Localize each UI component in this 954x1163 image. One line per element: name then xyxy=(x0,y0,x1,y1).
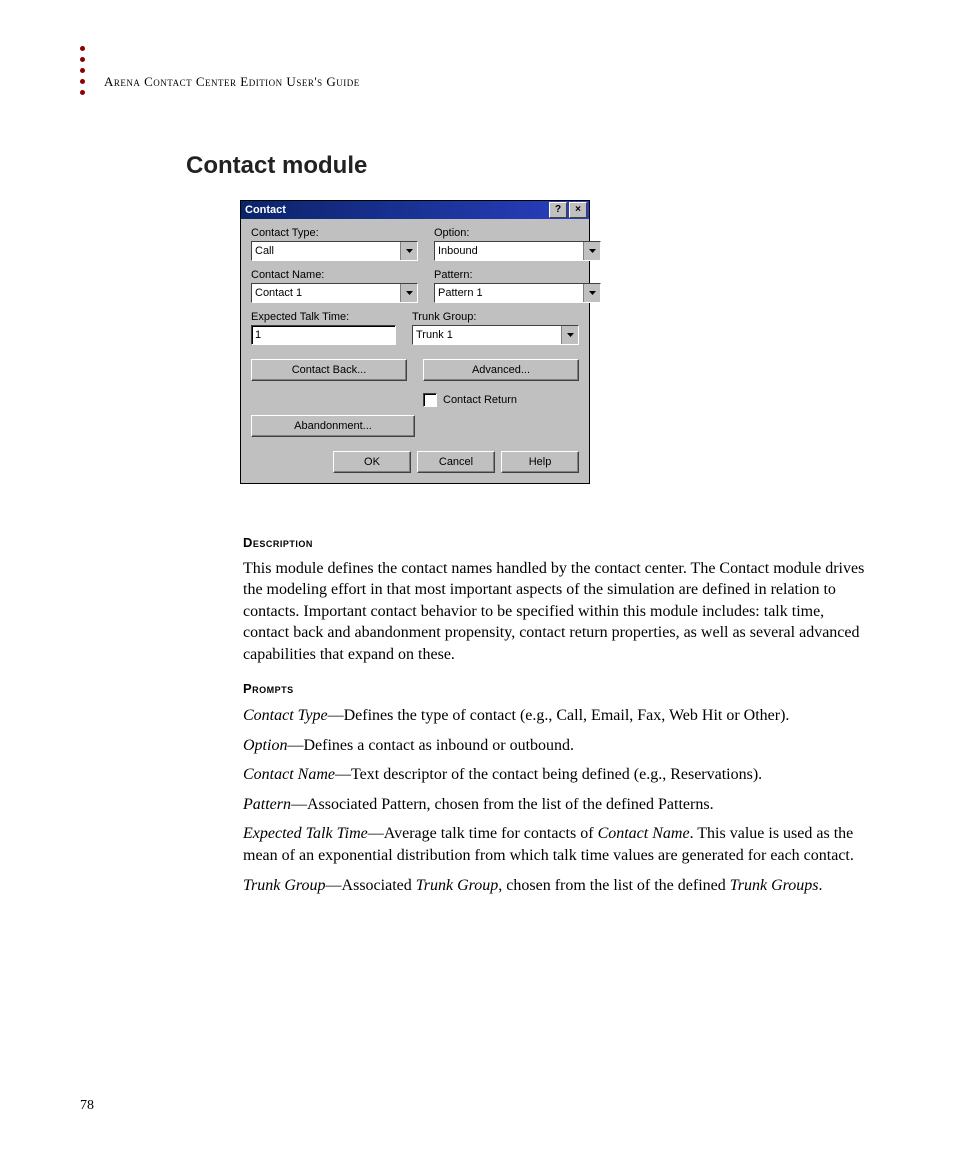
label-trunk-group: Trunk Group: xyxy=(412,311,579,323)
titlebar: Contact ? × xyxy=(241,201,589,219)
chevron-down-icon[interactable] xyxy=(561,326,578,344)
contact-type-input[interactable] xyxy=(252,242,400,260)
close-icon[interactable]: × xyxy=(569,202,587,218)
prompt-trunk-group: Trunk Group—Associated Trunk Group, chos… xyxy=(243,875,873,897)
prompt-pattern: Pattern—Associated Pattern, chosen from … xyxy=(243,794,873,816)
contact-return-checkbox[interactable] xyxy=(423,393,437,407)
section-title: Contact module xyxy=(186,152,367,180)
chevron-down-icon[interactable] xyxy=(583,284,600,302)
prompts-heading: Prompts xyxy=(243,680,873,698)
help-icon[interactable]: ? xyxy=(549,202,567,218)
contact-type-combo[interactable] xyxy=(251,241,418,261)
description-text: This module defines the contact names ha… xyxy=(243,558,873,666)
label-expected-talk: Expected Talk Time: xyxy=(251,311,396,323)
ok-button[interactable]: OK xyxy=(333,451,411,473)
prompt-expected-talk: Expected Talk Time—Average talk time for… xyxy=(243,823,873,866)
trunk-group-input[interactable] xyxy=(413,326,561,344)
page-number: 78 xyxy=(80,1098,94,1114)
description-heading: Description xyxy=(243,534,873,552)
label-contact-type: Contact Type: xyxy=(251,227,418,239)
cancel-button[interactable]: Cancel xyxy=(417,451,495,473)
pattern-input[interactable] xyxy=(435,284,583,302)
trunk-group-combo[interactable] xyxy=(412,325,579,345)
label-pattern: Pattern: xyxy=(434,269,601,281)
dialog-title: Contact xyxy=(245,204,547,216)
margin-bullets xyxy=(80,46,85,95)
prompt-contact-type: Contact Type—Defines the type of contact… xyxy=(243,705,873,727)
label-option: Option: xyxy=(434,227,601,239)
prompt-option: Option—Defines a contact as inbound or o… xyxy=(243,735,873,757)
help-button[interactable]: Help xyxy=(501,451,579,473)
prompt-contact-name: Contact Name—Text descriptor of the cont… xyxy=(243,764,873,786)
expected-talk-input[interactable]: 1 xyxy=(251,325,396,345)
advanced-button[interactable]: Advanced... xyxy=(423,359,579,381)
contact-back-button[interactable]: Contact Back... xyxy=(251,359,407,381)
pattern-combo[interactable] xyxy=(434,283,601,303)
abandonment-button[interactable]: Abandonment... xyxy=(251,415,415,437)
chevron-down-icon[interactable] xyxy=(400,242,417,260)
running-head: Arena Contact Center Edition User's Guid… xyxy=(104,74,360,90)
chevron-down-icon[interactable] xyxy=(400,284,417,302)
option-input[interactable] xyxy=(435,242,583,260)
contact-name-combo[interactable] xyxy=(251,283,418,303)
option-combo[interactable] xyxy=(434,241,601,261)
label-contact-name: Contact Name: xyxy=(251,269,418,281)
contact-return-label: Contact Return xyxy=(443,394,517,406)
contact-name-input[interactable] xyxy=(252,284,400,302)
dialog-screenshot: Contact ? × Contact Type: Option: xyxy=(240,200,590,484)
chevron-down-icon[interactable] xyxy=(583,242,600,260)
